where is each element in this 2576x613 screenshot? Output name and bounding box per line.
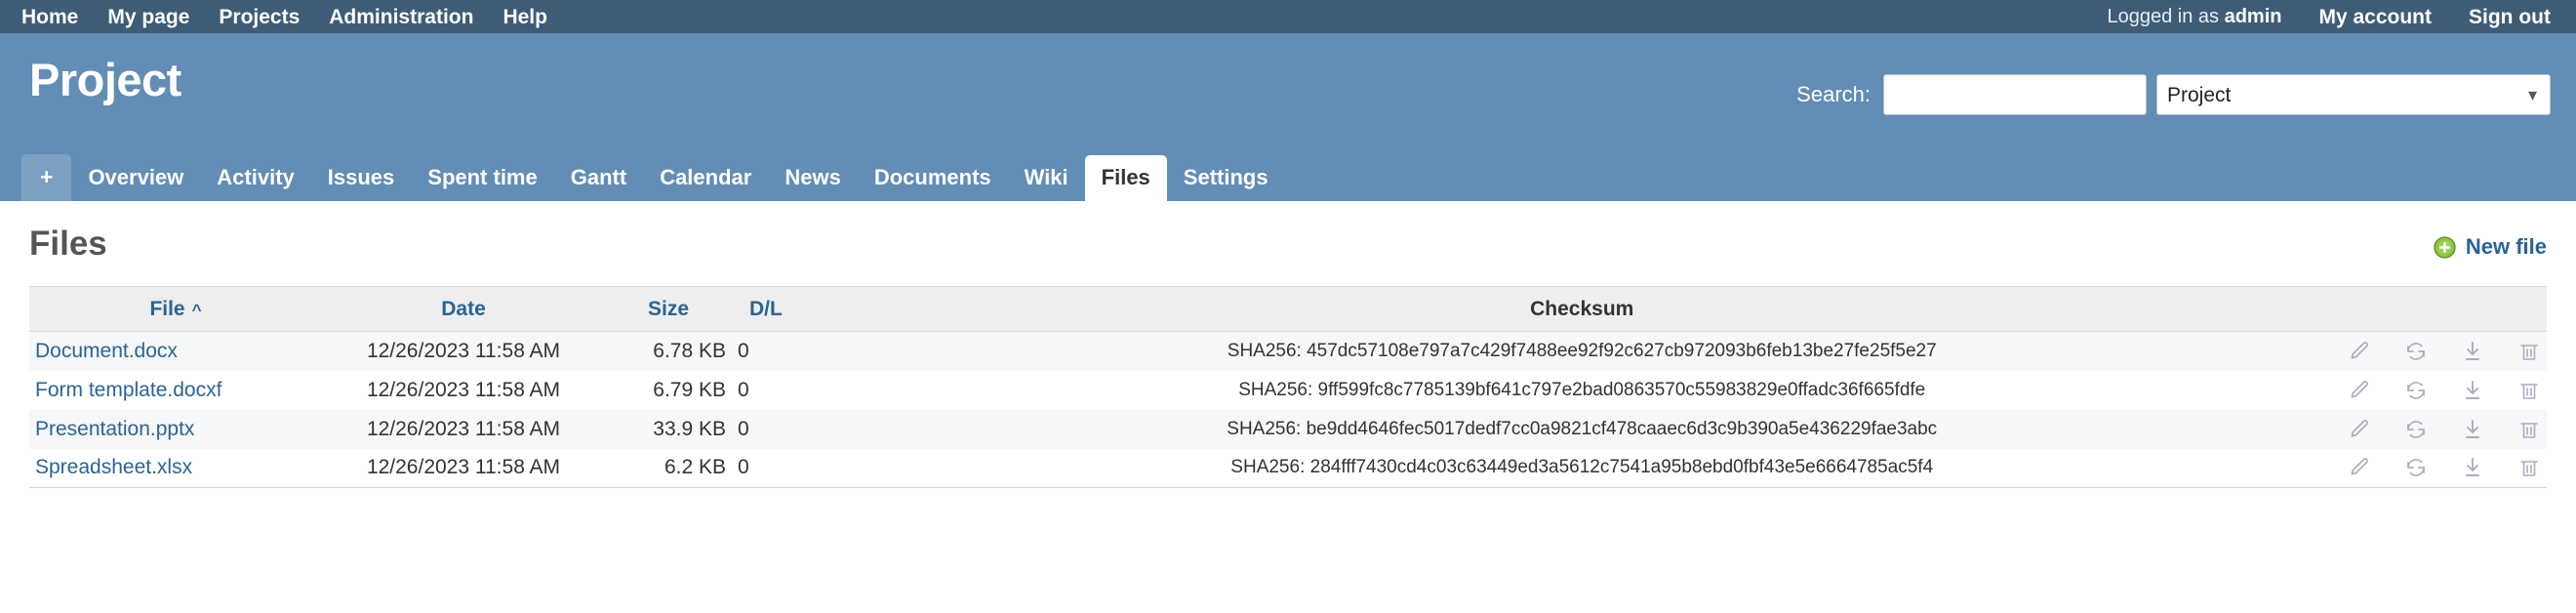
file-name-cell: Document.docx [29,332,322,371]
file-link[interactable]: Document.docx [35,340,178,362]
quick-search-form: Search: Project ▾ [1796,74,2551,115]
file-date-cell: 12/26/2023 11:58 AM [366,417,561,440]
file-date-cell: 12/26/2023 11:58 AM [366,339,561,362]
search-input[interactable] [1883,74,2147,115]
trash-icon[interactable] [2517,379,2541,402]
tab-issues[interactable]: Issues [311,155,412,201]
top-navigation-bar: Home My page Projects Administration Hel… [0,0,2576,33]
add-tab-button[interactable]: + [21,154,72,201]
plus-circle-icon [2434,235,2456,259]
file-downloads-cell: 0 [738,417,749,440]
refresh-icon[interactable] [2404,340,2428,363]
pencil-icon[interactable] [2348,379,2371,402]
content-area: New file Files File ^ Date Size D/L Check… [0,201,2576,488]
new-file-button[interactable]: New file [2434,234,2547,260]
download-icon[interactable] [2461,456,2484,479]
download-icon[interactable] [2461,379,2484,402]
file-size-cell: 6.78 KB [653,339,726,362]
file-name-cell: Presentation.pptx [29,410,322,449]
column-header-date[interactable]: Date [322,286,605,332]
top-nav-my-page[interactable]: My page [107,7,189,27]
pencil-icon[interactable] [2348,340,2371,363]
tab-settings[interactable]: Settings [1167,155,1285,201]
pencil-icon[interactable] [2348,418,2371,441]
my-account-link[interactable]: My account [2318,7,2432,27]
column-header-checksum: Checksum [849,286,2315,332]
trash-icon[interactable] [2517,456,2541,479]
table-row: Document.docx 12/26/2023 11:58 AM 6.78 K… [29,331,2547,371]
account-links: Logged in as admin My account Sign out [2107,6,2551,28]
top-nav-links: Home My page Projects Administration Hel… [21,7,577,27]
search-scope-wrapper: Project ▾ [2156,74,2551,115]
file-checksum-cell: SHA256: 457dc57108e797a7c429f7488ee92f92… [1227,340,1937,361]
file-size-cell: 33.9 KB [653,417,726,440]
table-row: Presentation.pptx 12/26/2023 11:58 AM 33… [29,409,2547,449]
tab-spent-time[interactable]: Spent time [411,155,553,201]
table-row: Spreadsheet.xlsx 12/26/2023 11:58 AM 6.2… [29,448,2547,488]
file-downloads-cell: 0 [732,448,849,488]
row-actions-cell [2314,448,2547,488]
sign-out-link[interactable]: Sign out [2469,7,2551,27]
file-size-cell: 6.79 KB [653,378,726,401]
tab-activity[interactable]: Activity [200,155,310,201]
file-size-cell: 6.2 KB [605,448,732,488]
tab-overview[interactable]: Overview [71,155,200,201]
row-actions-cell [2314,371,2547,410]
project-title: Project [29,54,181,105]
column-header-file[interactable]: File ^ [29,286,322,332]
file-checksum-cell: SHA256: be9dd4646fec5017dedf7cc0a9821cf4… [1227,418,1938,439]
tab-calendar[interactable]: Calendar [643,155,768,201]
top-nav-home[interactable]: Home [21,7,78,27]
file-date-cell: 12/26/2023 11:58 AM [366,378,561,401]
search-scope-select[interactable]: Project [2156,74,2551,115]
file-name-cell: Form template.docxf [29,371,322,410]
refresh-icon[interactable] [2404,418,2428,441]
column-header-file-label: File [149,297,185,320]
refresh-icon[interactable] [2404,379,2428,402]
table-row: Form template.docxf 12/26/2023 11:58 AM … [29,370,2547,410]
table-header-row: File ^ Date Size D/L Checksum [29,286,2547,332]
file-name-cell: Spreadsheet.xlsx [29,448,322,488]
column-header-downloads[interactable]: D/L [732,286,849,332]
logged-in-status: Logged in as admin [2107,6,2281,28]
file-link[interactable]: Form template.docxf [35,379,221,401]
top-nav-help[interactable]: Help [503,7,547,27]
download-icon[interactable] [2461,340,2484,363]
tab-wiki[interactable]: Wiki [1008,155,1085,201]
top-nav-projects[interactable]: Projects [219,7,300,27]
column-header-actions [2314,286,2547,332]
tab-files[interactable]: Files [1084,155,1167,201]
pencil-icon[interactable] [2348,456,2371,479]
tab-documents[interactable]: Documents [858,155,1008,201]
sort-ascending-icon: ^ [191,300,202,319]
files-table-header: File ^ Date Size D/L Checksum [29,286,2547,332]
row-actions-cell [2314,410,2547,449]
file-checksum-cell: SHA256: 9ff599fc8c7785139bf641c797e2bad0… [1238,379,1926,400]
trash-icon[interactable] [2517,418,2541,441]
file-date-cell: 12/26/2023 11:58 AM [322,448,605,488]
logged-in-prefix: Logged in as [2107,5,2225,27]
trash-icon[interactable] [2517,340,2541,363]
file-link[interactable]: Presentation.pptx [35,418,194,440]
project-header: Project Search: Project ▾ [0,33,2576,148]
column-header-size[interactable]: Size [605,286,732,332]
tab-gantt[interactable]: Gantt [554,155,643,201]
top-nav-administration[interactable]: Administration [329,7,473,27]
file-link[interactable]: Spreadsheet.xlsx [35,456,192,478]
tab-news[interactable]: News [768,155,857,201]
files-table-body: Document.docx 12/26/2023 11:58 AM 6.78 K… [29,331,2547,488]
file-downloads-cell: 0 [738,339,749,362]
file-downloads-cell: 0 [738,378,749,401]
project-tab-bar: + Overview Activity Issues Spent time Ga… [0,148,2576,201]
new-file-label: New file [2465,234,2547,259]
page-title: Files [29,225,107,263]
refresh-icon[interactable] [2404,456,2428,479]
file-checksum-cell: SHA256: 284fff7430cd4c03c63449ed3a5612c7… [849,448,2315,488]
search-label: Search: [1796,82,1871,106]
download-icon[interactable] [2461,418,2484,441]
logged-in-username: admin [2224,5,2282,27]
row-actions-cell [2314,332,2547,371]
files-table: File ^ Date Size D/L Checksum Document.do… [29,286,2547,488]
